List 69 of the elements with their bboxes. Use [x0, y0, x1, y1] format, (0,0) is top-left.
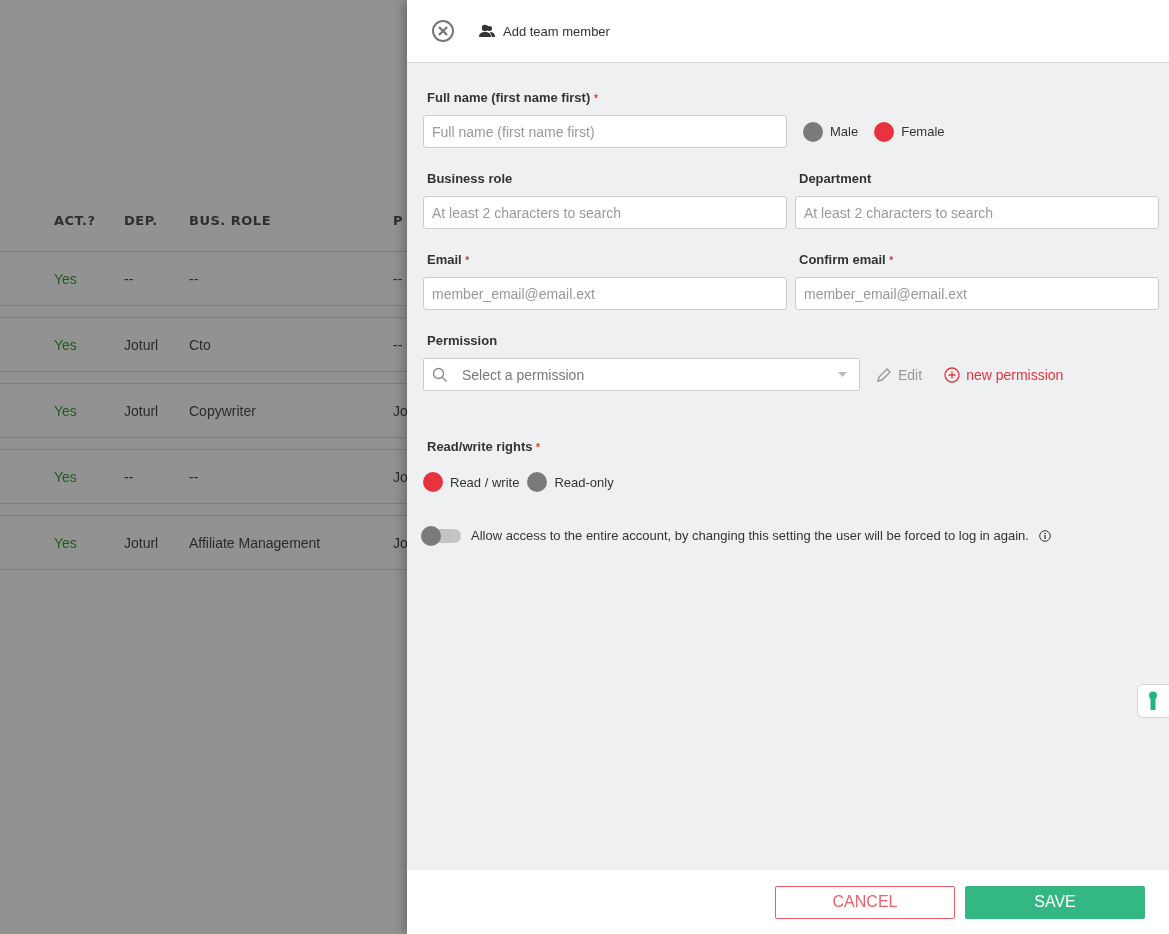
table-cell-text: Yes: [54, 336, 78, 353]
cancel-button[interactable]: CANCEL: [775, 885, 955, 919]
table-cell: Jo: [393, 402, 407, 419]
table-cell: Jo: [393, 534, 407, 551]
column-header: ACT.?: [54, 213, 97, 228]
panel-title: Add team member: [503, 23, 610, 39]
field-label: Confirm email: [799, 252, 886, 267]
field-label: Full name (first name first): [427, 90, 591, 105]
table-cell-text: Joturl: [124, 402, 160, 419]
radio-label: Read-only: [554, 474, 614, 490]
required-mark: *: [889, 255, 894, 266]
radio-button[interactable]: [803, 121, 823, 142]
close-icon[interactable]: [431, 19, 455, 43]
required-mark: *: [465, 255, 470, 266]
table-cell-text: --: [189, 468, 200, 485]
required-mark: *: [536, 442, 540, 453]
radio-button[interactable]: [527, 472, 548, 492]
radio-button[interactable]: [423, 472, 443, 492]
table-cell-text: Joturl: [124, 534, 160, 551]
table-cell-text: Yes: [54, 468, 78, 485]
radio-option[interactable]: Read / write: [423, 472, 520, 492]
radio-option[interactable]: Female: [874, 121, 945, 142]
input-field[interactable]: member_email@email.ext: [423, 277, 787, 310]
field-label: Email: [427, 252, 462, 267]
column-header: P: [393, 213, 405, 228]
table-cell-text: --: [124, 468, 135, 485]
full-name-field[interactable]: Full name (first name first): [423, 115, 787, 148]
radio-button[interactable]: [874, 121, 895, 142]
table-cell-text: Cto: [189, 336, 212, 353]
required-mark: *: [593, 93, 598, 104]
table-cell-text: Yes: [54, 534, 78, 551]
radio-option[interactable]: Male: [803, 121, 859, 142]
input-field[interactable]: At least 2 characters to search: [423, 196, 787, 229]
caret-icon: [838, 372, 847, 377]
table-cell-text: Affiliate Management: [189, 534, 322, 551]
toggle-switch[interactable]: [423, 528, 461, 543]
search-icon: [432, 366, 448, 383]
radio-label: Male: [830, 124, 859, 139]
table-cell-text: Yes: [54, 402, 78, 419]
field-label: Department: [799, 171, 872, 186]
save-button[interactable]: SAVE: [965, 885, 1145, 919]
table-cell-text: Copywriter: [189, 402, 257, 419]
keyhole-icon: [1148, 691, 1158, 711]
column-header: DEP.: [124, 213, 159, 228]
side-tab[interactable]: [1137, 684, 1169, 718]
pencil-icon: [876, 366, 892, 383]
input-field[interactable]: member_email@email.ext: [795, 277, 1159, 310]
radio-label: Female: [901, 124, 945, 139]
input-field[interactable]: At least 2 characters to search: [795, 196, 1159, 229]
table-cell-text: --: [124, 270, 135, 287]
column-header: BUS. ROLE: [189, 213, 273, 228]
radio-option[interactable]: Read-only: [527, 472, 614, 492]
toggle-label: Allow access to the entire account, by changing this setting the user will be forced to log in again.: [471, 528, 1029, 543]
table-cell: Jo: [393, 468, 407, 485]
info-icon: [1038, 529, 1051, 542]
table-cell-text: Yes: [54, 270, 78, 287]
field-label: Permission: [427, 333, 499, 348]
table-cell-text: --: [189, 270, 200, 287]
radio-label: Read / write: [450, 474, 520, 490]
people-icon: [479, 24, 495, 38]
table-cell-text: --: [393, 270, 404, 287]
table-cell-text: --: [393, 336, 404, 353]
permission-select[interactable]: Select a permission: [423, 358, 860, 391]
edit-button[interactable]: Edit: [876, 366, 923, 383]
field-label: Business role: [427, 171, 513, 186]
new-permission-button[interactable]: new permission: [944, 366, 1064, 383]
table-cell-text: Joturl: [124, 336, 160, 353]
plus-circle-icon: [944, 366, 961, 383]
field-label: Read/write rights: [427, 439, 533, 454]
